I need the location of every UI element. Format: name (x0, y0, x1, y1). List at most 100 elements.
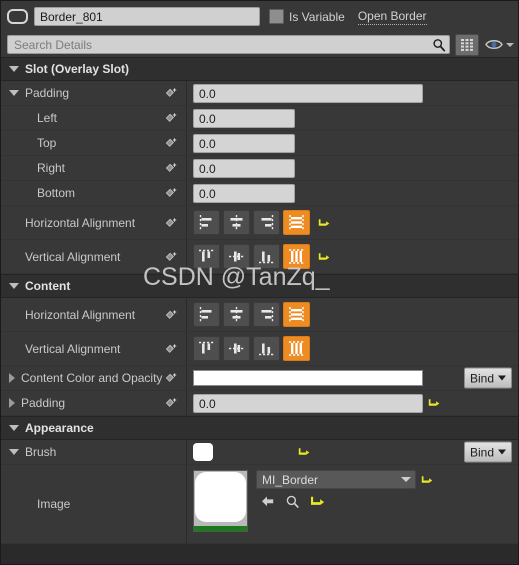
align-fill-horizontal-icon (289, 307, 304, 322)
valign-center-button[interactable] (223, 244, 250, 269)
brush-bind-button[interactable]: Bind (463, 441, 512, 463)
reset-to-default-icon[interactable] (310, 494, 325, 509)
align-middle-icon (229, 251, 244, 262)
bind-pin-icon[interactable] (165, 187, 178, 200)
row-value (187, 240, 518, 273)
reset-to-default-icon[interactable] (298, 446, 310, 458)
expander-right-icon[interactable] (9, 373, 15, 383)
is-variable-group[interactable]: Is Variable (269, 9, 345, 24)
browse-asset-icon[interactable] (285, 494, 300, 509)
row-label: Horizontal Alignment (1, 298, 187, 331)
property-label: Right (37, 161, 66, 175)
align-center-icon (230, 307, 243, 322)
visibility-options-button[interactable] (485, 38, 514, 51)
section-header-content[interactable]: Content (1, 274, 518, 298)
bind-pin-icon[interactable] (165, 216, 178, 229)
thumbnail-asset-type-bar (194, 526, 247, 531)
search-input[interactable]: Search Details (14, 38, 432, 52)
align-left-icon (199, 215, 212, 230)
row-label: Left (1, 106, 187, 130)
asset-thumbnail[interactable] (193, 470, 248, 532)
is-variable-checkbox[interactable] (269, 9, 284, 24)
content-padding-input[interactable]: 0.0 (193, 393, 423, 413)
property-row-brush: Brush Bind (1, 440, 518, 465)
align-fill-button[interactable] (283, 302, 310, 327)
property-label: Brush (25, 445, 57, 459)
is-variable-label: Is Variable (289, 9, 345, 24)
expander-down-icon[interactable] (9, 449, 19, 455)
padding-left-input[interactable]: 0.0 (193, 108, 295, 128)
brush-preview-swatch[interactable] (193, 443, 213, 461)
align-right-button[interactable] (253, 210, 280, 235)
row-value: MI_Border (187, 465, 518, 543)
reset-to-default-icon[interactable] (318, 251, 330, 263)
content-color-swatch[interactable] (193, 370, 423, 386)
bind-pin-icon[interactable] (165, 342, 178, 355)
search-details-field[interactable]: Search Details (7, 35, 450, 54)
align-left-icon (199, 307, 212, 322)
grid-view-button[interactable] (455, 33, 479, 56)
padding-top-input[interactable]: 0.0 (193, 133, 295, 153)
row-label[interactable]: Padding (1, 81, 187, 105)
row-label: Bottom (1, 181, 187, 205)
expander-down-icon[interactable] (9, 90, 19, 96)
reset-to-default-icon[interactable] (428, 397, 440, 409)
chevron-down-icon (498, 449, 506, 455)
asset-combo-box[interactable]: MI_Border (256, 470, 416, 489)
row-value: 0.0 (187, 156, 518, 180)
bind-pin-icon[interactable] (165, 372, 178, 385)
open-border-link[interactable]: Open Border (357, 9, 427, 25)
property-label: Bottom (37, 186, 76, 200)
bind-button-label: Bind (469, 445, 494, 459)
property-row-padding-top: Top 0.0 (1, 131, 518, 156)
align-fill-button[interactable] (283, 210, 310, 235)
align-right-button[interactable] (253, 302, 280, 327)
section-title: Appearance (25, 421, 94, 435)
row-label[interactable]: Content Color and Opacity (1, 366, 187, 390)
row-label: Right (1, 156, 187, 180)
align-fill-vertical-icon (289, 249, 304, 264)
align-left-button[interactable] (193, 302, 220, 327)
bind-pin-icon[interactable] (165, 397, 178, 410)
valign-fill-button[interactable] (283, 244, 310, 269)
valign-top-button[interactable] (193, 244, 220, 269)
valign-bottom-button[interactable] (253, 244, 280, 269)
section-header-slot[interactable]: Slot (Overlay Slot) (1, 57, 518, 81)
padding-input[interactable]: 0.0 (193, 83, 423, 103)
valign-fill-button[interactable] (283, 336, 310, 361)
content-color-bind-button[interactable]: Bind (463, 367, 512, 389)
align-center-icon (230, 215, 243, 230)
reset-to-default-icon[interactable] (421, 474, 433, 486)
align-right-icon (261, 215, 274, 230)
section-title: Slot (Overlay Slot) (25, 62, 130, 76)
row-label[interactable]: Brush (1, 440, 187, 464)
align-left-button[interactable] (193, 210, 220, 235)
padding-right-input[interactable]: 0.0 (193, 158, 295, 178)
reset-to-default-icon[interactable] (318, 217, 330, 229)
section-header-appearance[interactable]: Appearance (1, 416, 518, 440)
expander-right-icon[interactable] (9, 398, 15, 408)
row-value: 0.0 (187, 391, 518, 415)
section-title: Content (25, 279, 71, 293)
property-list: Slot (Overlay Slot) Padding 0.0 Left 0.0… (1, 57, 518, 544)
align-center-button[interactable] (223, 210, 250, 235)
bind-pin-icon[interactable] (165, 112, 178, 125)
property-row-slot-vertical-alignment: Vertical Alignment (1, 240, 518, 274)
bind-pin-icon[interactable] (165, 250, 178, 263)
padding-bottom-input[interactable]: 0.0 (193, 183, 295, 203)
widget-name-input[interactable]: Border_801 (34, 7, 260, 26)
align-center-button[interactable] (223, 302, 250, 327)
bind-pin-icon[interactable] (165, 87, 178, 100)
row-label[interactable]: Padding (1, 391, 187, 415)
bind-pin-icon[interactable] (165, 137, 178, 150)
property-label: Padding (21, 396, 66, 410)
bind-pin-icon[interactable] (165, 162, 178, 175)
bind-pin-icon[interactable] (165, 308, 178, 321)
vertical-alignment-group (193, 244, 313, 269)
use-selected-asset-icon[interactable] (260, 494, 275, 509)
valign-center-button[interactable] (223, 336, 250, 361)
valign-bottom-button[interactable] (253, 336, 280, 361)
valign-top-button[interactable] (193, 336, 220, 361)
row-value (187, 206, 518, 239)
align-right-icon (261, 307, 274, 322)
